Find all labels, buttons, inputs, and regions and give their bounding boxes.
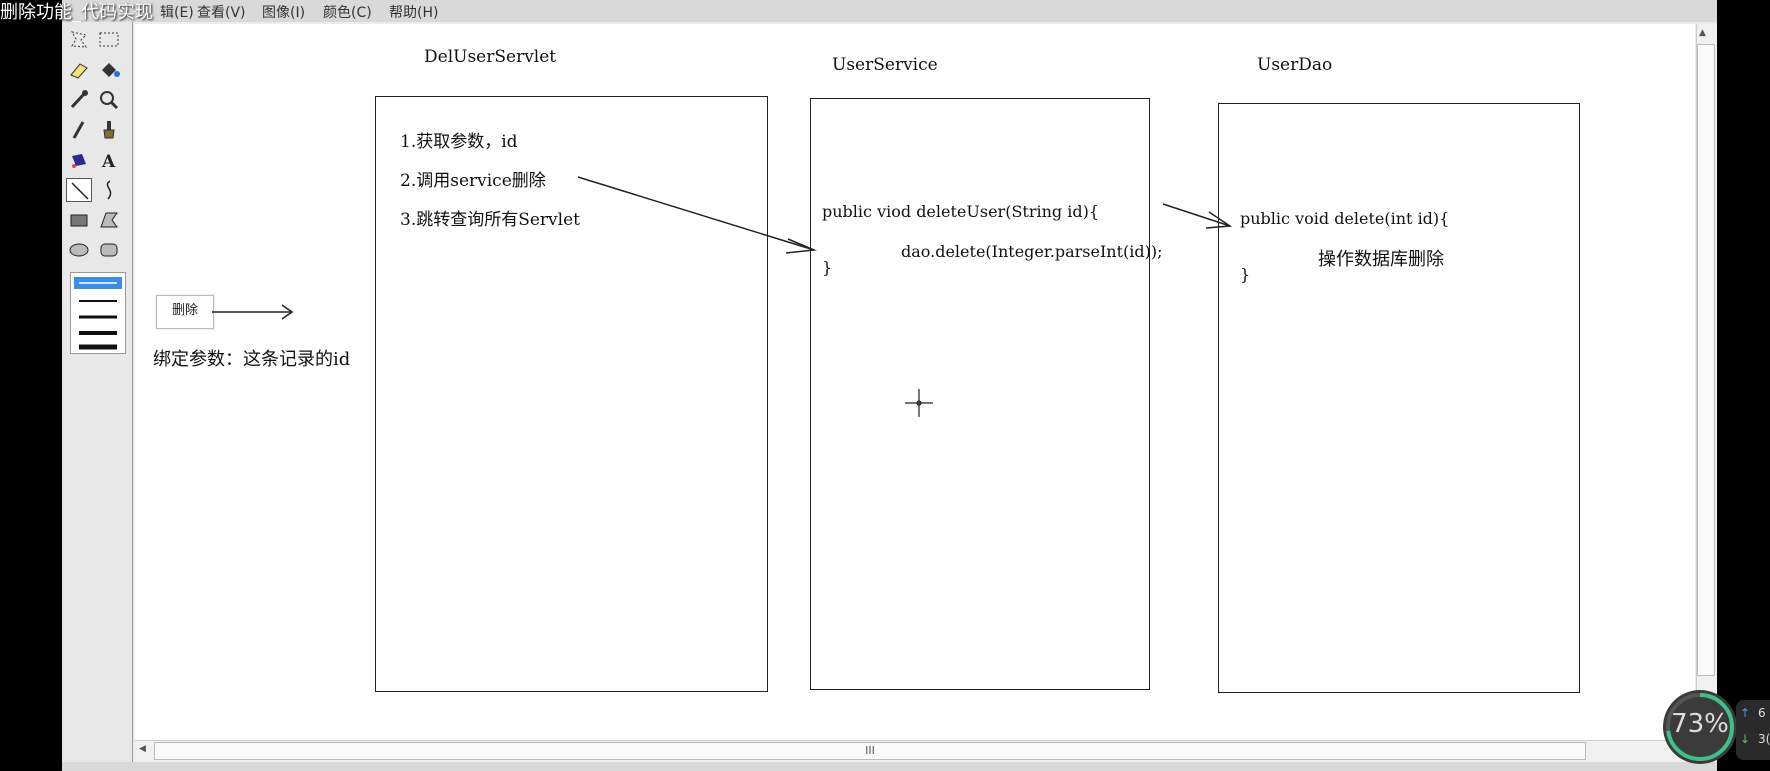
arrows-layer bbox=[212, 176, 1233, 417]
scroll-up-arrow-icon[interactable]: ▲ bbox=[1699, 28, 1706, 38]
vertical-scroll-thumb[interactable] bbox=[1697, 44, 1715, 676]
arrow-service-to-dao bbox=[1162, 203, 1233, 229]
network-speed-panel: ↑ 6 ↓ 3( bbox=[1736, 700, 1770, 760]
arrow-servlet-to-service bbox=[577, 176, 817, 254]
horizontal-scroll-thumb[interactable]: III bbox=[154, 742, 1586, 760]
scroll-left-arrow-icon[interactable]: ◀ bbox=[139, 744, 146, 754]
net-up-value: 6 bbox=[1758, 706, 1766, 720]
arrow-button-to-note bbox=[212, 304, 294, 320]
upload-arrow-icon: ↑ bbox=[1740, 706, 1751, 720]
progress-percent: 73% bbox=[1671, 709, 1729, 739]
net-down-value: 3( bbox=[1758, 732, 1770, 746]
status-bar bbox=[62, 762, 1717, 771]
download-arrow-icon: ↓ bbox=[1740, 732, 1751, 746]
crosshair-cursor-icon bbox=[905, 389, 933, 417]
